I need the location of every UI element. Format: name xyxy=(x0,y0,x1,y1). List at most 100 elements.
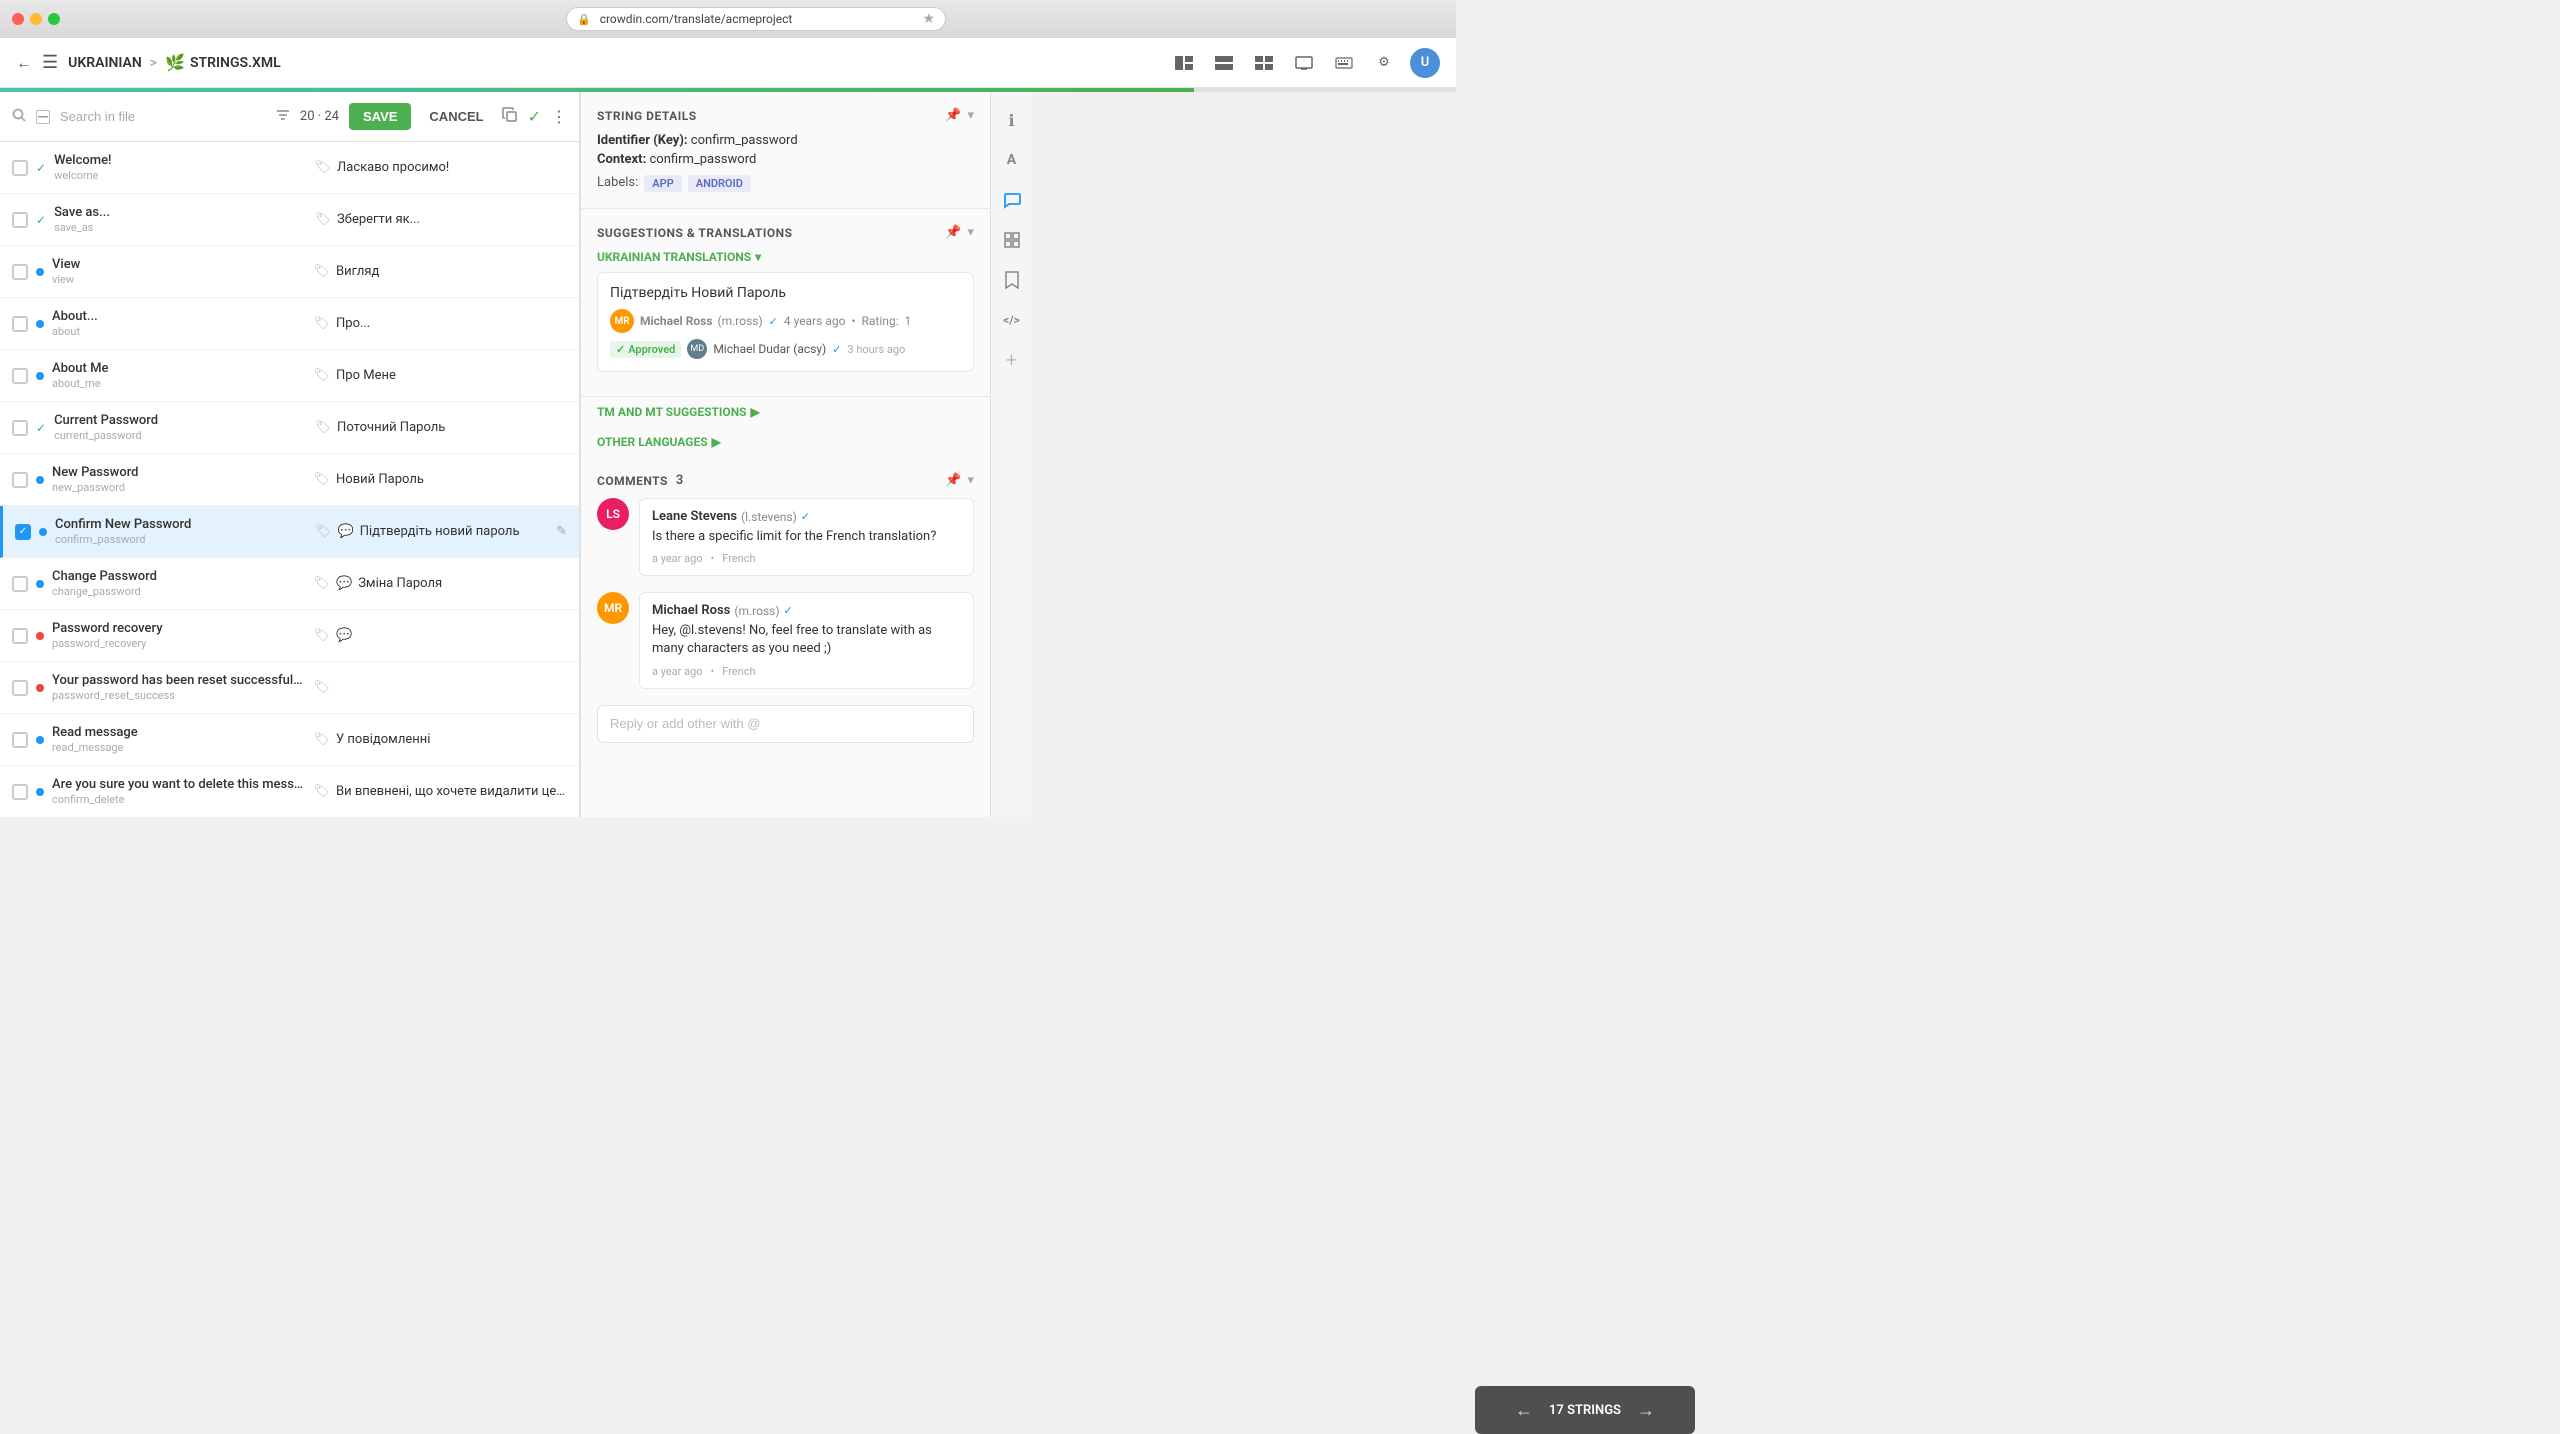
status-dot xyxy=(36,684,44,692)
prev-string-button[interactable]: ← xyxy=(1515,1400,1533,1421)
close-button[interactable] xyxy=(12,13,24,25)
table-row[interactable]: ✓ Save as... save_as 🏷 Зберегти як... xyxy=(0,194,579,246)
label-android: ANDROID xyxy=(688,175,751,192)
breadcrumb-separator: > xyxy=(150,55,157,71)
suggestion-lang-header: UKRAINIAN TRANSLATIONS ▾ xyxy=(597,250,974,264)
comments-panel-icon[interactable] xyxy=(996,184,1028,216)
maximize-button[interactable] xyxy=(48,13,60,25)
collapse-icon[interactable] xyxy=(36,110,50,124)
string-list: ✓ Welcome! welcome 🏷 Ласкаво просимо! ✓ … xyxy=(0,142,579,817)
row-checkbox[interactable] xyxy=(12,472,28,488)
table-row[interactable]: View view 🏷 Вигляд xyxy=(0,246,579,298)
bookmark-panel-icon[interactable] xyxy=(996,264,1028,296)
table-row[interactable]: ✓ Current Password current_password 🏷 По… xyxy=(0,402,579,454)
table-row[interactable]: New Password new_password 🏷 Новий Пароль xyxy=(0,454,579,506)
layout3-icon[interactable] xyxy=(1250,49,1278,77)
rating-value: 1 xyxy=(905,314,912,328)
row-checkbox[interactable] xyxy=(12,576,28,592)
screen-icon[interactable] xyxy=(1290,49,1318,77)
comment-icon[interactable]: 💬 xyxy=(336,576,352,591)
info-icon[interactable]: ℹ xyxy=(996,104,1028,136)
row-checkbox[interactable] xyxy=(12,420,28,436)
table-row[interactable]: Read message read_message 🏷 У повідомлен… xyxy=(0,714,579,766)
tag-icon: 🏷 xyxy=(314,732,331,747)
table-row[interactable]: Password recovery password_recovery 🏷 💬 xyxy=(0,610,579,662)
minimize-button[interactable] xyxy=(30,13,42,25)
string-slug: save_as xyxy=(54,221,306,234)
approve-icon[interactable]: ✓ xyxy=(528,107,541,126)
tag-icon: 🏷 xyxy=(314,628,331,643)
tm-mt-section: TM AND MT SUGGESTIONS ▶ xyxy=(581,397,990,427)
string-slug: read_message xyxy=(52,741,306,754)
row-checkbox[interactable] xyxy=(12,264,28,280)
add-icon[interactable]: + xyxy=(996,344,1028,376)
bookmark-star-icon[interactable]: ★ xyxy=(922,11,935,27)
code-icon[interactable]: </> xyxy=(996,304,1028,336)
layout2-icon[interactable] xyxy=(1210,49,1238,77)
table-row[interactable]: About Me about_me 🏷 Про Мене xyxy=(0,350,579,402)
translation-area: 🏷 💬 Підтвердіть новий пароль ✎ xyxy=(315,524,567,539)
row-checkbox[interactable] xyxy=(12,212,28,228)
avatar[interactable]: U xyxy=(1410,48,1440,78)
table-row[interactable]: About... about 🏷 Про... xyxy=(0,298,579,350)
chevron-down-icon[interactable]: ▾ xyxy=(967,225,974,240)
table-row[interactable]: Your password has been reset successfull… xyxy=(0,662,579,714)
chevron-right-icon: ▶ xyxy=(751,405,760,419)
approver-avatar: MD xyxy=(687,339,707,359)
comment-footer: a year ago • French xyxy=(652,665,961,678)
keyboard-icon[interactable] xyxy=(1330,49,1358,77)
approver-name: Michael Dudar (acsy) xyxy=(713,342,826,356)
filter-icon[interactable] xyxy=(276,109,290,125)
pin-icon[interactable]: 📌 xyxy=(945,473,961,488)
row-checkbox[interactable] xyxy=(12,680,28,696)
other-languages-toggle[interactable]: OTHER LANGUAGES ▶ xyxy=(581,427,990,457)
table-row[interactable]: Change Password change_password 🏷 💬 Змін… xyxy=(0,558,579,610)
context-line: Context: confirm_password xyxy=(597,152,974,167)
layout1-icon[interactable] xyxy=(1170,49,1198,77)
next-string-button[interactable]: → xyxy=(1637,1400,1655,1421)
translation-area: 🏷 💬 xyxy=(314,628,568,643)
row-checkbox[interactable] xyxy=(12,784,28,800)
url-input[interactable]: 🔒 crowdin.com/translate/acmeproject ★ xyxy=(566,7,946,31)
chevron-down-icon[interactable]: ▾ xyxy=(967,108,974,123)
settings-icon[interactable]: ⚙ xyxy=(1370,49,1398,77)
comment-icon[interactable]: 💬 xyxy=(338,524,354,539)
cancel-button[interactable]: CANCEL xyxy=(421,103,491,130)
string-slug: view xyxy=(52,273,306,286)
comment-icon[interactable]: 💬 xyxy=(336,628,352,643)
translation-area: 🏷 xyxy=(314,680,568,695)
table-row[interactable]: Are you sure you want to delete this mes… xyxy=(0,766,579,817)
row-checkbox[interactable]: ✓ xyxy=(15,524,31,540)
string-details-header: STRING DETAILS 📌 ▾ xyxy=(597,108,974,123)
suggestion-author: Michael Ross (m.ross) xyxy=(640,314,763,328)
menu-icon[interactable]: ☰ xyxy=(42,52,58,73)
string-details-section: STRING DETAILS 📌 ▾ Identifier (Key): con… xyxy=(581,92,990,209)
back-arrow-icon[interactable]: ← xyxy=(16,53,32,73)
translate-icon[interactable]: A xyxy=(996,144,1028,176)
reply-input[interactable] xyxy=(610,716,961,731)
row-checkbox[interactable] xyxy=(12,368,28,384)
row-checkbox[interactable] xyxy=(12,160,28,176)
save-button[interactable]: SAVE xyxy=(349,103,411,130)
more-options-icon[interactable]: ⋮ xyxy=(551,107,567,126)
tag-icon: 🏷 xyxy=(314,368,331,383)
pin-icon[interactable]: 📌 xyxy=(945,225,961,240)
string-key: Password recovery xyxy=(52,621,306,636)
tag-icon: 🏷 xyxy=(314,472,331,487)
search-input[interactable] xyxy=(60,109,266,124)
lang-toggle[interactable]: UKRAINIAN TRANSLATIONS ▾ xyxy=(597,250,761,264)
pin-icon[interactable]: 📌 xyxy=(945,108,961,123)
chevron-down-icon[interactable]: ▾ xyxy=(967,473,974,488)
row-checkbox[interactable] xyxy=(12,628,28,644)
bullet: • xyxy=(711,552,715,565)
table-row[interactable]: ✓ Confirm New Password confirm_password … xyxy=(0,506,579,558)
tag-icon: 🏷 xyxy=(315,420,332,435)
row-checkbox[interactable] xyxy=(12,316,28,332)
row-checkbox[interactable] xyxy=(12,732,28,748)
string-slug: change_password xyxy=(52,585,306,598)
tm-mt-toggle[interactable]: TM AND MT SUGGESTIONS ▶ xyxy=(581,397,990,427)
edit-icon[interactable]: ✎ xyxy=(556,524,567,539)
grid-icon[interactable] xyxy=(996,224,1028,256)
table-row[interactable]: ✓ Welcome! welcome 🏷 Ласкаво просимо! xyxy=(0,142,579,194)
copy-icon[interactable] xyxy=(502,107,518,127)
